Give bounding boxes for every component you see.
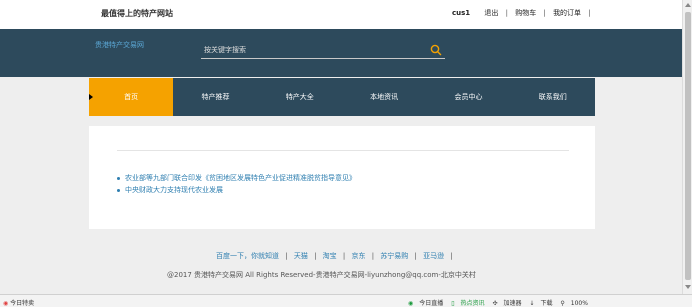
scroll-up-icon[interactable] [685, 3, 691, 7]
nav-item-contact[interactable]: 联系我们 [511, 78, 595, 116]
footer-link-baidu[interactable]: 百度一下，你就知道 [216, 252, 279, 260]
search-bar [201, 42, 445, 59]
bullet-icon [117, 176, 120, 180]
username[interactable]: cus1 [452, 9, 470, 17]
search-input[interactable] [204, 44, 414, 56]
site-slogan: 最值得上的特产网站 [101, 9, 173, 18]
status-live[interactable]: 今日直播 [419, 300, 443, 307]
main-nav: 首页 特产推荐 特产大全 本地资讯 会员中心 联系我们 [89, 78, 595, 116]
separator: | [543, 9, 546, 17]
footer-link-jd[interactable]: 京东 [351, 252, 365, 260]
separator: | [285, 252, 288, 260]
live-icon: ◉ [408, 300, 414, 307]
separator: | [505, 9, 508, 17]
news-title[interactable]: 农业部等九部门联合印发《贫困地区发展特色产业促进精准脱贫指导意见》 [125, 174, 356, 182]
flash-sale-icon: ◉ [3, 300, 9, 307]
nav-item-local-news[interactable]: 本地资讯 [342, 78, 426, 116]
bullet-icon [117, 188, 120, 192]
status-hot-news[interactable]: 热点资讯 [461, 300, 485, 307]
footer-link-amazon[interactable]: 亚马逊 [423, 252, 444, 260]
status-zoom[interactable]: 100% [571, 300, 588, 307]
search-icon[interactable] [430, 44, 442, 56]
nav-arrow-icon [89, 94, 93, 100]
status-left[interactable]: ◉ 今日特卖 [3, 298, 34, 307]
nav-item-recommended[interactable]: 特产推荐 [173, 78, 257, 116]
cart-link[interactable]: 购物车 [515, 9, 536, 17]
footer-links: 百度一下，你就知道 | 天猫 | 淘宝 | 京东 | 苏宁易购 | 亚马逊 | [216, 251, 457, 261]
zoom-icon[interactable]: ⚲ [560, 300, 564, 307]
news-list: 农业部等九部门联合印发《贫困地区发展特色产业促进精准脱贫指导意见》 中央财政大力… [117, 172, 356, 196]
news-panel: 农业部等九部门联合印发《贫困地区发展特色产业促进精准脱贫指导意见》 中央财政大力… [89, 126, 595, 229]
header: 贵港特产交易网 [0, 29, 692, 77]
separator: | [342, 252, 346, 260]
footer-link-tmall[interactable]: 天猫 [294, 252, 308, 260]
accelerator-icon[interactable]: ✣ [492, 300, 497, 307]
news-title[interactable]: 中央财政大力支持现代农业发展 [125, 186, 223, 194]
user-links: cus1 退出 | 购物车 | 我的订单 | [452, 8, 596, 18]
status-right: ◉ 今日直播 ▯ 热点资讯 ✣ 加速器 ↓ 下载 ⚲ 100% [408, 298, 594, 307]
separator: | [450, 252, 453, 260]
site-logo[interactable]: 贵港特产交易网 [95, 40, 144, 50]
news-item[interactable]: 中央财政大力支持现代农业发展 [117, 184, 356, 196]
copyright: @2017 贵港特产交易网 All Rights Reserved-贵港特产交易… [167, 271, 476, 279]
nav-item-member-center[interactable]: 会员中心 [426, 78, 510, 116]
nav-item-home[interactable]: 首页 [89, 78, 174, 116]
scroll-thumb[interactable] [685, 12, 691, 280]
scrollbar[interactable] [682, 0, 692, 294]
separator: | [371, 252, 375, 260]
separator: | [414, 252, 417, 260]
nav-item-catalog[interactable]: 特产大全 [258, 78, 342, 116]
my-orders-link[interactable]: 我的订单 [553, 9, 581, 17]
status-flash-sale[interactable]: 今日特卖 [10, 300, 34, 307]
status-download[interactable]: 下载 [540, 300, 552, 307]
news-item[interactable]: 农业部等九部门联合印发《贫困地区发展特色产业促进精准脱贫指导意见》 [117, 172, 356, 184]
browser-status-bar: ◉ 今日特卖 ◉ 今日直播 ▯ 热点资讯 ✣ 加速器 ↓ 下载 ⚲ 100% [0, 294, 692, 307]
top-bar: 最值得上的特产网站 cus1 退出 | 购物车 | 我的订单 | [0, 0, 692, 29]
footer-link-taobao[interactable]: 淘宝 [323, 252, 337, 260]
separator: | [314, 252, 317, 260]
status-accelerator[interactable]: 加速器 [503, 300, 521, 307]
divider [117, 150, 569, 151]
download-icon[interactable]: ↓ [529, 300, 534, 307]
footer-link-suning[interactable]: 苏宁易购 [380, 252, 408, 260]
news-icon: ▯ [451, 300, 455, 307]
logout-link[interactable]: 退出 [484, 9, 498, 17]
scroll-down-icon[interactable] [685, 285, 691, 289]
separator: | [588, 9, 591, 17]
